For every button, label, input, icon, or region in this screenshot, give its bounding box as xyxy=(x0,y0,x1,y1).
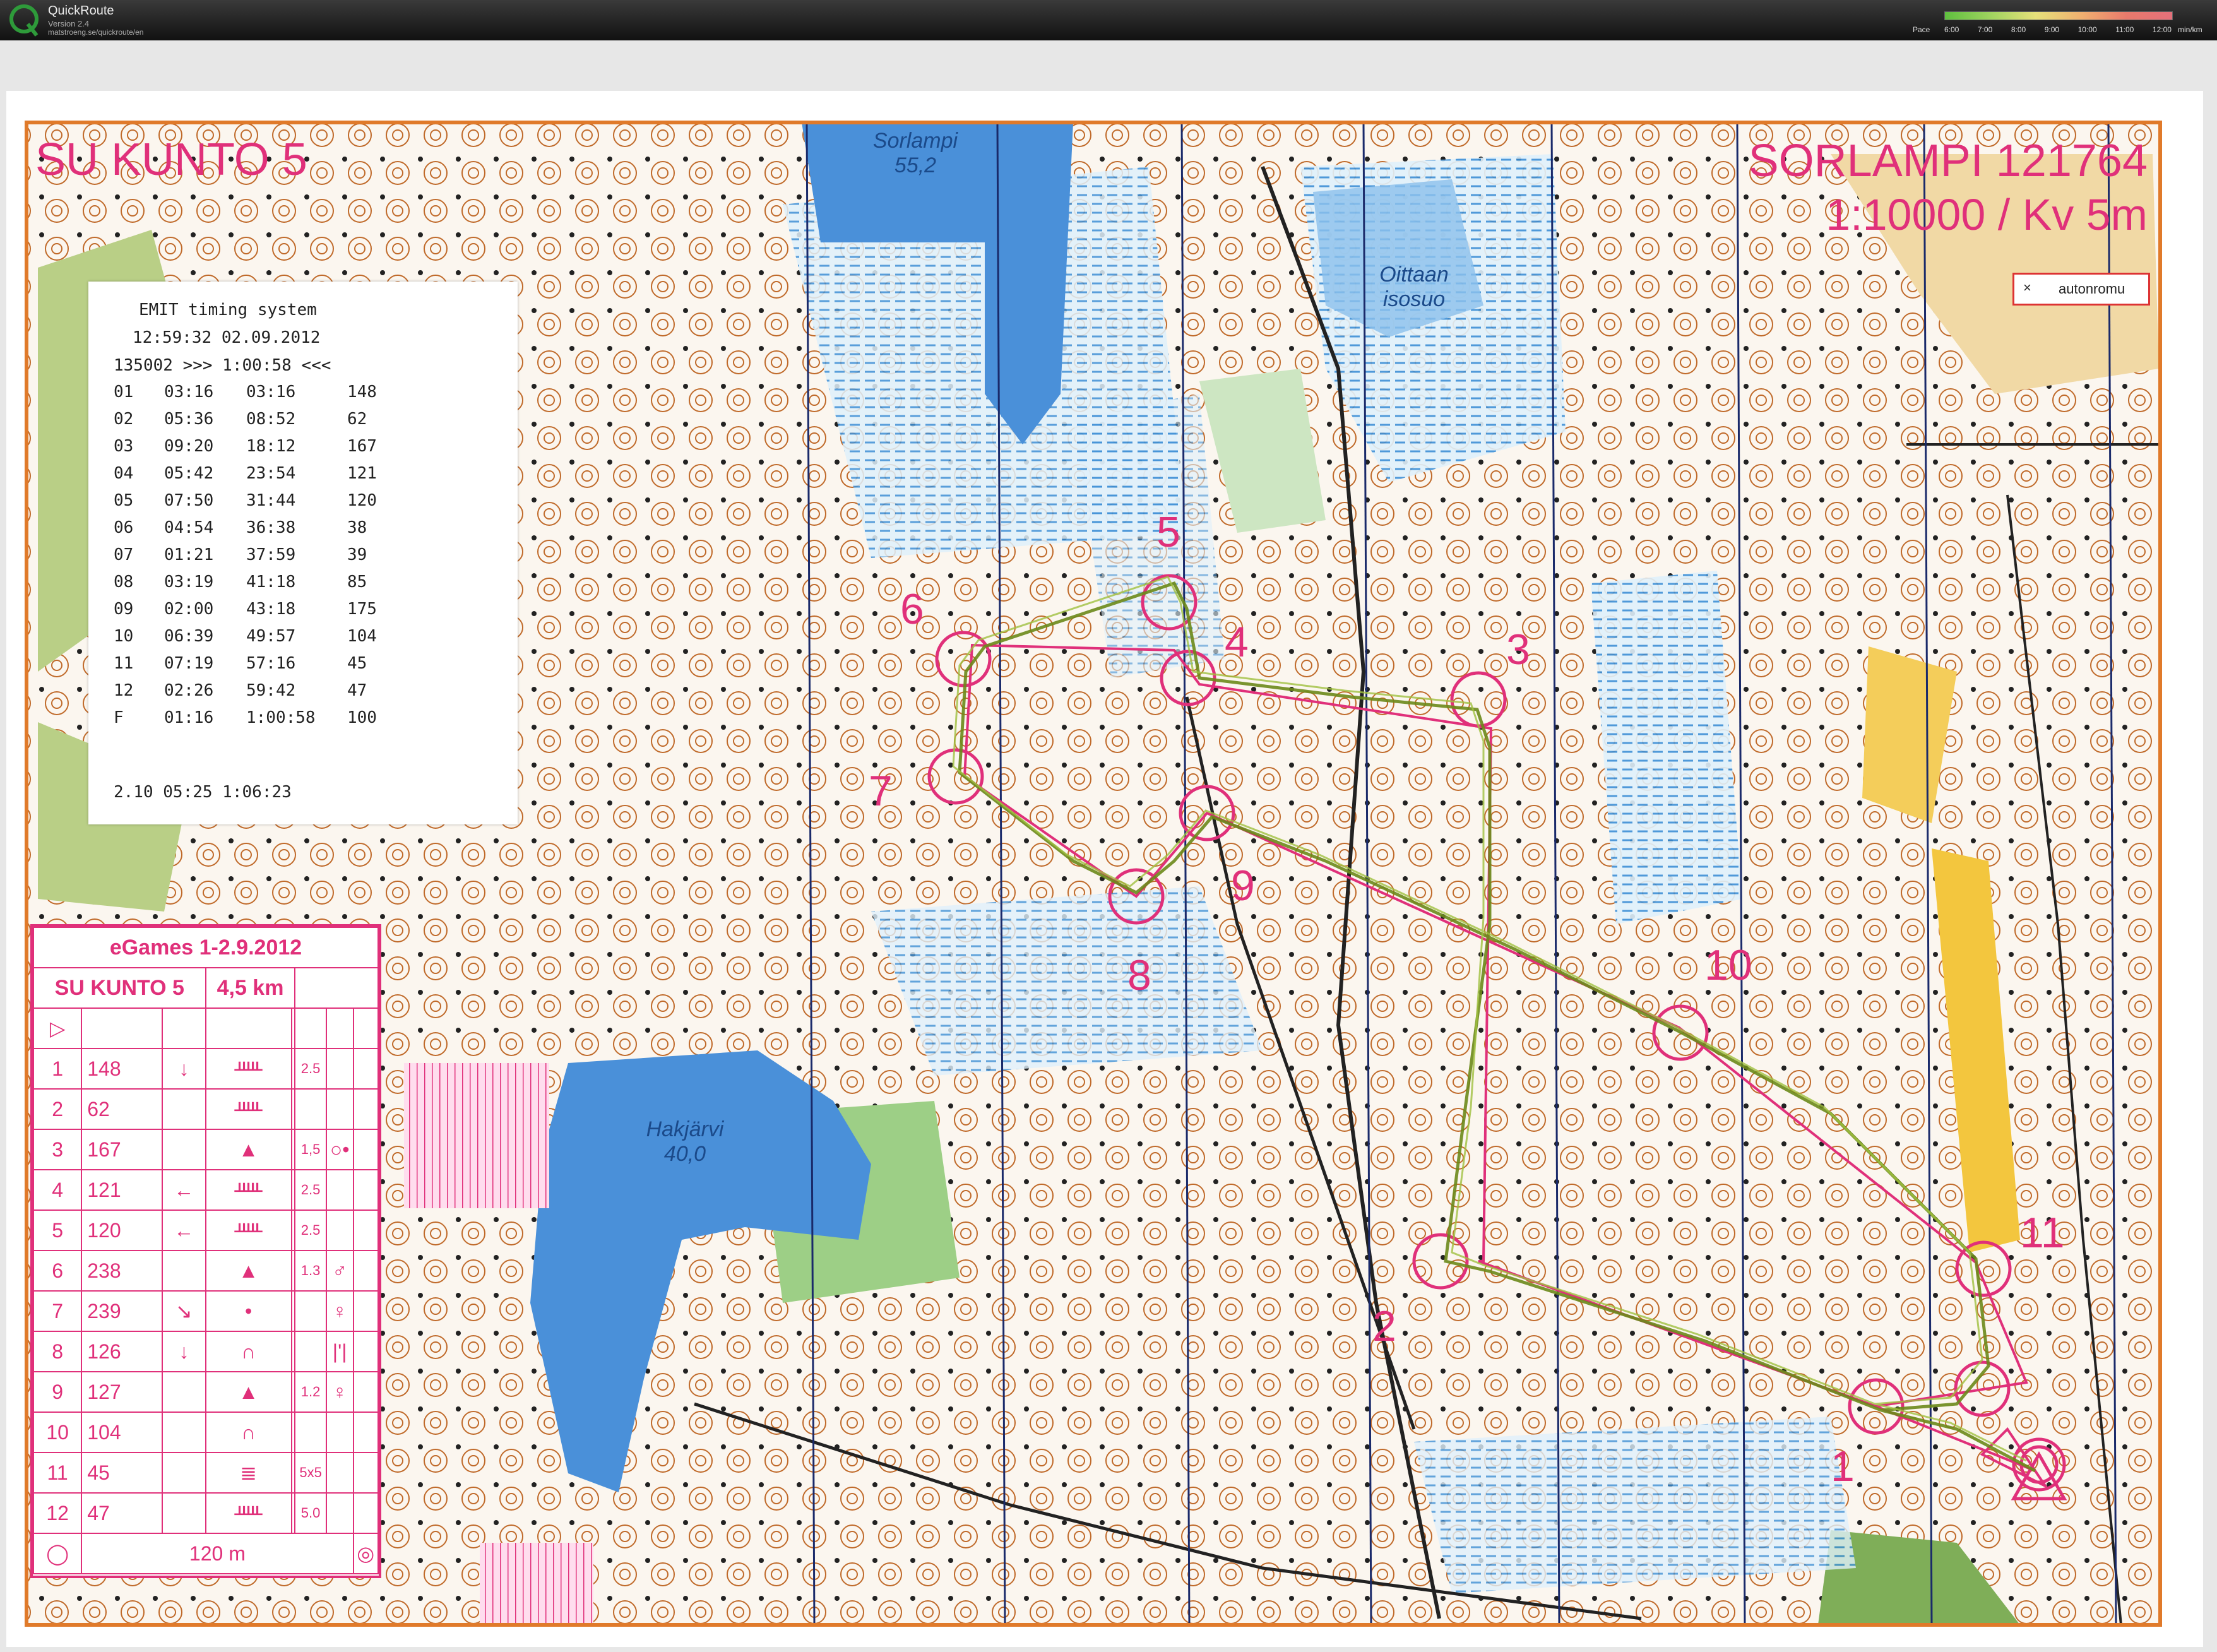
pace-tick: 12:00 xyxy=(2152,25,2172,34)
lake-label-sorlampi: Sorlampi 55,2 xyxy=(859,129,972,178)
lake-name: Oittaan xyxy=(1379,263,1449,287)
cd-finish-distance: 120 m xyxy=(81,1533,354,1574)
pace-unit: min/km xyxy=(2178,25,2202,34)
cd-row: 1 148 ↓ ᚊ 2.5 xyxy=(32,1048,379,1090)
emit-split-row: 08 03:19 41:18 85 xyxy=(114,573,367,591)
pace-color-bar xyxy=(1944,11,2173,20)
cd-row: 9 127 ▲ 1.2 ♀ xyxy=(32,1371,379,1413)
cd-row: 8 126 ↓ ∩ |'| xyxy=(32,1331,379,1372)
legend-text: autonromu xyxy=(2059,281,2125,297)
pace-tick: 6:00 xyxy=(1944,25,1959,34)
emit-split-row: F 01:16 1:00:58 100 xyxy=(114,708,377,727)
emit-split-row: 12 02:26 59:42 47 xyxy=(114,681,367,700)
cd-course-length: 4,5 km xyxy=(205,967,296,1009)
emit-split-row: 11 07:19 57:16 45 xyxy=(114,654,367,673)
emit-datetime: 12:59:32 02.09.2012 xyxy=(133,328,321,347)
map-title-course: SU KUNTO 5 xyxy=(35,134,307,185)
cd-row: 4 121 ← ᚊ 2.5 xyxy=(32,1169,379,1211)
lake-name: Hakjärvi xyxy=(646,1117,724,1141)
emit-split-printout: EMIT timing system 12:59:32 02.09.2012 1… xyxy=(88,282,518,824)
orienteering-map[interactable]: SU KUNTO 5 SORLAMPI 121764 1:10000 / Kv … xyxy=(0,40,2217,1652)
emit-split-row: 06 04:54 36:38 38 xyxy=(114,518,367,537)
emit-total-line: 2.10 05:25 1:06:23 xyxy=(114,783,292,802)
pace-tick: 8:00 xyxy=(2011,25,2026,34)
emit-split-row: 05 07:50 31:44 120 xyxy=(114,491,377,510)
control-description-table: eGames 1-2.9.2012 SU KUNTO 5 4,5 km ▷ 11… xyxy=(32,927,379,1574)
control-number-6: 6 xyxy=(900,585,924,633)
control-number-10: 10 xyxy=(1704,941,1752,989)
control-number-5: 5 xyxy=(1156,508,1180,556)
control-number-2: 2 xyxy=(1372,1302,1396,1350)
cd-row: 6 238 ▲ 1.3 ♂ xyxy=(32,1250,379,1292)
cd-row: 7 239 ↘ • ♀ xyxy=(32,1290,379,1332)
pace-tick: 9:00 xyxy=(2044,25,2060,34)
cd-row: 10 104 ∩ xyxy=(32,1411,379,1453)
pace-tick: 7:00 xyxy=(1977,25,1993,34)
emit-split-row: 10 06:39 49:57 104 xyxy=(114,627,377,646)
cd-row: 3 167 ▲ 1,5 ○• xyxy=(32,1129,379,1170)
emit-title: EMIT timing system xyxy=(139,300,317,319)
control-number-11: 11 xyxy=(2020,1209,2065,1257)
map-title-name: SORLAMPI 121764 xyxy=(1748,136,2148,186)
lake-name: Sorlampi xyxy=(872,129,958,153)
app-titlebar: QuickRoute Version 2.4 matstroeng.se/qui… xyxy=(0,0,2217,40)
control-number-3: 3 xyxy=(1506,626,1530,674)
lake-label-oittaan: Oittaan isosuo xyxy=(1364,263,1465,312)
emit-split-row: 07 01:21 37:59 39 xyxy=(114,545,367,564)
control-description-sheet: eGames 1-2.9.2012 SU KUNTO 5 4,5 km ▷ 11… xyxy=(30,924,381,1578)
emit-split-row: 01 03:16 03:16 148 xyxy=(114,383,377,401)
control-number-9: 9 xyxy=(1231,862,1255,910)
control-number-8: 8 xyxy=(1127,951,1151,999)
pace-tick: 10:00 xyxy=(2077,25,2097,34)
map-legend-box: × autonromu xyxy=(2012,273,2150,306)
app-name: QuickRoute xyxy=(48,4,114,18)
lake-height: 40,0 xyxy=(663,1142,706,1166)
pace-tick: 11:00 xyxy=(2115,25,2134,34)
emit-split-row: 04 05:42 23:54 121 xyxy=(114,464,377,483)
control-number-1: 1 xyxy=(1831,1442,1855,1490)
lake-height: 55,2 xyxy=(894,153,937,177)
cd-row: 12 47 ᚊ 5.0 xyxy=(32,1492,379,1534)
cd-start-symbol: ▷ xyxy=(32,1007,83,1049)
quickroute-logo-icon xyxy=(9,4,39,37)
emit-split-list: 01 03:16 03:16 148 02 05:36 08:52 62 03 09:20 18… xyxy=(114,383,398,735)
pace-color-legend: Pace 6:00 7:00 8:00 9:00 10:00 11:00 12:… xyxy=(1913,9,2209,37)
control-number-7: 7 xyxy=(869,767,893,815)
emit-split-row: 09 02:00 43:18 175 xyxy=(114,600,377,619)
emit-split-row: 02 05:36 08:52 62 xyxy=(114,410,367,429)
cd-rows: 1 148 ↓ ᚊ 2.5 2 62 ᚊ 3 167 ▲ 1,5 ○• 4 121 ← ᚊ 2.5 5 120… xyxy=(32,1048,379,1534)
emit-runner-line: 135002 >>> 1:00:58 <<< xyxy=(114,356,331,375)
legend-symbol: × xyxy=(2023,280,2031,295)
app-version: Version 2.4 xyxy=(48,19,90,28)
cd-row: 5 120 ← ᚊ 2.5 xyxy=(32,1209,379,1251)
pace-ticks: 6:00 7:00 8:00 9:00 10:00 11:00 12:00 xyxy=(1944,25,2172,35)
control-number-4: 4 xyxy=(1225,618,1249,666)
app-url: matstroeng.se/quickroute/en xyxy=(48,28,144,37)
cd-row: 2 62 ᚊ xyxy=(32,1088,379,1130)
map-scale: 1:10000 / Kv 5m xyxy=(1826,190,2148,239)
cd-finish-start-icon: ◯ xyxy=(32,1533,83,1574)
cd-course-name: SU KUNTO 5 xyxy=(33,967,206,1009)
lake-label-hakjarvi: Hakjärvi 40,0 xyxy=(631,1117,739,1167)
cd-row: 11 45 ≣ 5x5 xyxy=(32,1452,379,1494)
lake-height: isosuo xyxy=(1382,287,1446,311)
cd-event-title: eGames 1-2.9.2012 xyxy=(33,927,379,968)
cd-finish-icon: ◎ xyxy=(352,1533,379,1574)
pace-label: Pace xyxy=(1913,25,1930,34)
emit-split-row: 03 09:20 18:12 167 xyxy=(114,437,377,456)
